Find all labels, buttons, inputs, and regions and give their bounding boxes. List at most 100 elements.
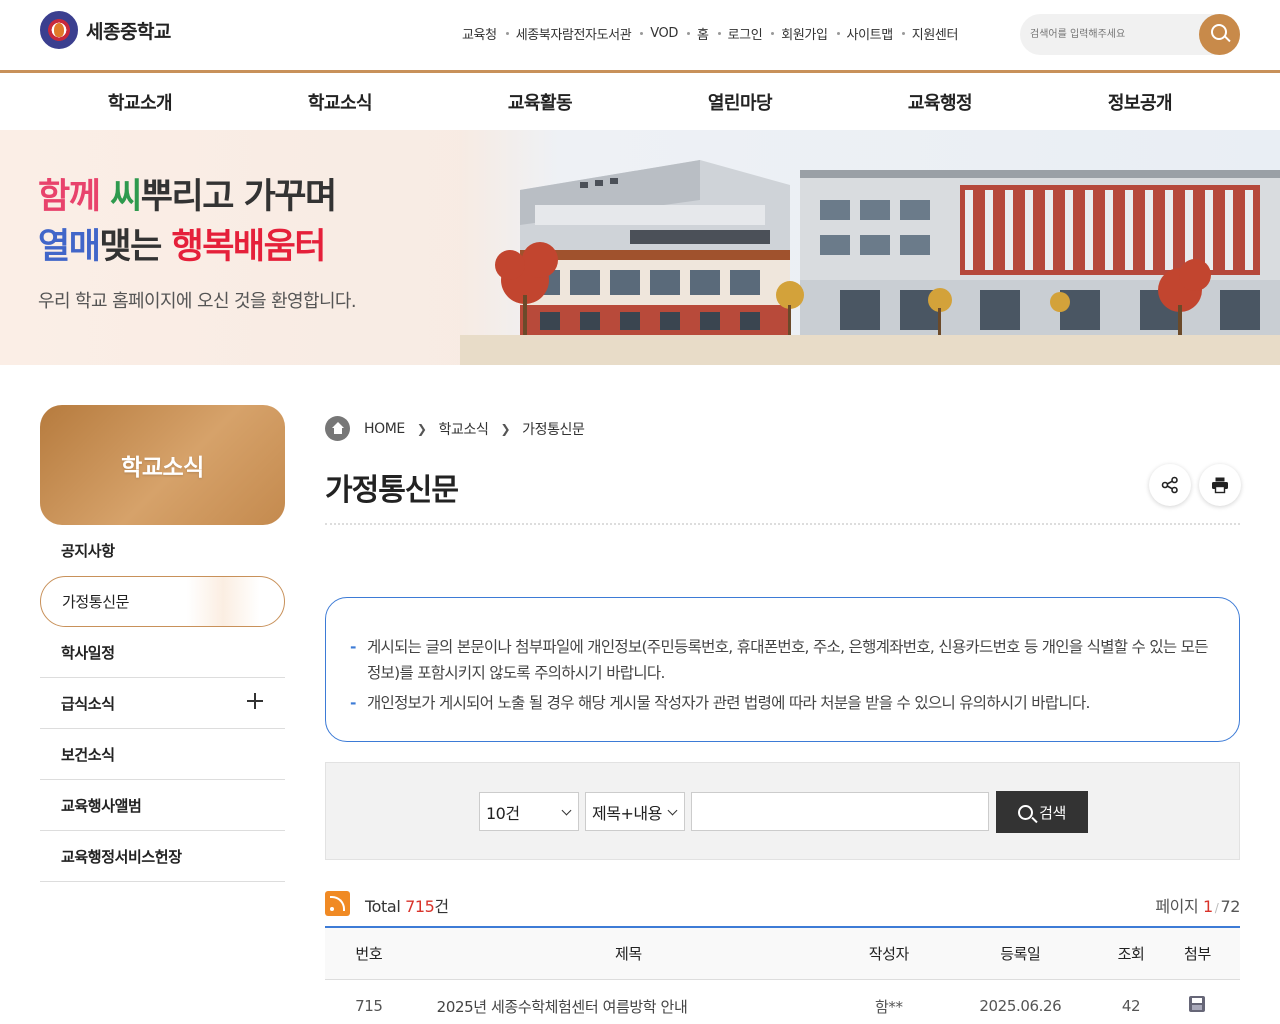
sidebar-item-meals[interactable]: 급식소식 bbox=[40, 678, 285, 729]
nav-item-disclosure[interactable]: 정보공개 bbox=[1040, 73, 1240, 130]
nav-item-community[interactable]: 열린마당 bbox=[640, 73, 840, 130]
separator-dot bbox=[901, 32, 905, 35]
total-count: Total 715건 bbox=[365, 893, 449, 917]
school-emblem-icon bbox=[40, 11, 78, 49]
page-label: 페이지 bbox=[1155, 897, 1203, 916]
file-icon[interactable] bbox=[1189, 996, 1206, 1013]
sidebar-menu: 공지사항 가정통신문 학사일정 급식소식 보건소식 교육행사앨범 교육행정서비스… bbox=[40, 525, 285, 882]
header-search-input[interactable] bbox=[1030, 24, 1190, 44]
banner-slogan-line2: 열매맺는 행복배움터 bbox=[38, 218, 327, 269]
chevron-down-icon bbox=[561, 805, 572, 816]
total-unit: 건 bbox=[434, 897, 449, 916]
cell-author: 함** bbox=[875, 997, 903, 1016]
cell-attachment[interactable] bbox=[1155, 979, 1240, 1024]
total-pages: 72 bbox=[1220, 897, 1240, 916]
total-label: Total bbox=[365, 897, 406, 916]
sidebar-title: 학교소식 bbox=[40, 405, 285, 525]
share-icon bbox=[1161, 476, 1178, 494]
slogan-word: 맺는 bbox=[99, 227, 172, 267]
sidebar-item-calendar[interactable]: 학사일정 bbox=[40, 627, 285, 678]
column-header-number: 번호 bbox=[325, 927, 413, 980]
cell-title-link[interactable]: 2025년 세종수학체험센터 여름방학 안내 bbox=[413, 979, 844, 1024]
nav-item-news[interactable]: 학교소식 bbox=[240, 73, 440, 130]
nav-item-about[interactable]: 학교소개 bbox=[40, 73, 240, 130]
util-link-sitemap[interactable]: 사이트맵 bbox=[847, 24, 894, 43]
search-field-select[interactable]: 제목+내용 bbox=[585, 792, 685, 831]
util-link-support[interactable]: 지원센터 bbox=[912, 24, 959, 43]
home-icon[interactable] bbox=[325, 416, 350, 441]
notice-text: 게시되는 글의 본문이나 첨부파일에 개인정보(주민등록번호, 휴대폰번호, 주… bbox=[350, 634, 1215, 686]
print-button[interactable] bbox=[1199, 464, 1241, 506]
header-search-button[interactable] bbox=[1199, 14, 1240, 55]
slogan-word: 열매 bbox=[38, 227, 101, 267]
header-search bbox=[1020, 14, 1240, 55]
cell-number: 715 bbox=[355, 997, 383, 1016]
page-separator: / bbox=[1214, 901, 1219, 915]
chevron-right-icon: ❯ bbox=[500, 421, 511, 436]
main-nav: 학교소개 학교소식 교육활동 열린마당 교육행정 정보공개 bbox=[0, 70, 1280, 130]
sidebar-item-label: 급식소식 bbox=[61, 694, 115, 713]
util-link-home[interactable]: 홈 bbox=[697, 24, 709, 43]
breadcrumb-section[interactable]: 학교소식 bbox=[439, 419, 489, 439]
breadcrumb: HOME ❯ 학교소식 ❯ 가정통신문 bbox=[325, 416, 585, 441]
nav-item-administration[interactable]: 교육행정 bbox=[840, 73, 1040, 130]
notice-text: 개인정보가 게시되어 노출 될 경우 해당 게시물 작성자가 관련 법령에 따라… bbox=[350, 690, 1215, 716]
slogan-word: 함께 bbox=[38, 177, 111, 217]
page-title: 가정통신문 bbox=[325, 473, 459, 508]
current-page: 1 bbox=[1203, 897, 1213, 916]
banner-slogan-line1: 함께 씨뿌리고 가꾸며 bbox=[38, 168, 337, 219]
separator-dot bbox=[505, 32, 509, 35]
table-header-row: 번호 제목 작성자 등록일 조회 첨부 bbox=[325, 927, 1240, 980]
page-indicator: 페이지 1/72 bbox=[1155, 893, 1240, 917]
school-building-image bbox=[460, 130, 1280, 365]
slogan-word: 행복배움터 bbox=[171, 227, 327, 267]
cell-views: 42 bbox=[1121, 997, 1141, 1016]
slogan-word: 씨 bbox=[110, 177, 142, 217]
chevron-right-icon: ❯ bbox=[416, 421, 427, 436]
column-header-views: 조회 bbox=[1107, 927, 1155, 980]
hero-banner: 함께 씨뿌리고 가꾸며 열매맺는 행복배움터 우리 학교 홈페이지에 오신 것을… bbox=[0, 130, 1280, 365]
title-divider bbox=[325, 523, 1240, 525]
column-header-date: 등록일 bbox=[933, 927, 1108, 980]
column-header-attachment: 첨부 bbox=[1154, 927, 1240, 980]
sidebar-item-charter[interactable]: 교육행정서비스헌장 bbox=[40, 831, 285, 882]
sidebar-item-health[interactable]: 보건소식 bbox=[40, 729, 285, 780]
sidebar-item-notices[interactable]: 공지사항 bbox=[40, 525, 285, 576]
plus-icon[interactable] bbox=[247, 693, 263, 709]
breadcrumb-current: 가정통신문 bbox=[522, 421, 585, 438]
board-table: 번호 제목 작성자 등록일 조회 첨부 715 2025년 세종수학체험센터 여… bbox=[325, 926, 1240, 1024]
separator-dot bbox=[836, 32, 840, 35]
privacy-notice-box: 게시되는 글의 본문이나 첨부파일에 개인정보(주민등록번호, 휴대폰번호, 주… bbox=[325, 597, 1240, 742]
page-size-value: 10건 bbox=[486, 803, 520, 823]
separator-dot bbox=[640, 32, 644, 35]
site-header: 세종중학교 교육청 세종북자람전자도서관 VOD 홈 로그인 회원가입 사이트맵… bbox=[0, 0, 1280, 70]
banner-subtitle: 우리 학교 홈페이지에 오신 것을 환영합니다. bbox=[38, 291, 357, 312]
utility-nav: 교육청 세종북자람전자도서관 VOD 홈 로그인 회원가입 사이트맵 지원센터 bbox=[462, 24, 958, 43]
nav-item-activities[interactable]: 교육활동 bbox=[440, 73, 640, 130]
page-size-select[interactable]: 10건 bbox=[479, 792, 579, 831]
search-field-value: 제목+내용 bbox=[592, 803, 662, 823]
util-link-vod[interactable]: VOD bbox=[650, 26, 678, 41]
keyword-input[interactable] bbox=[691, 792, 989, 831]
util-link-signup[interactable]: 회원가입 bbox=[781, 24, 828, 43]
util-link-login[interactable]: 로그인 bbox=[728, 24, 763, 43]
separator-dot bbox=[771, 32, 775, 35]
rss-icon[interactable] bbox=[325, 891, 350, 916]
breadcrumb-home[interactable]: HOME bbox=[364, 421, 405, 437]
school-name: 세종중학교 bbox=[86, 20, 171, 43]
search-button[interactable]: 검색 bbox=[996, 791, 1088, 833]
school-logo[interactable]: 세종중학교 bbox=[40, 11, 171, 49]
board-search-form: 10건 제목+내용 검색 bbox=[325, 762, 1240, 860]
table-row[interactable]: 715 2025년 세종수학체험센터 여름방학 안내 함** 2025.06.2… bbox=[325, 979, 1240, 1024]
sidebar-item-album[interactable]: 교육행사앨범 bbox=[40, 780, 285, 831]
share-button[interactable] bbox=[1149, 464, 1191, 506]
separator-dot bbox=[717, 32, 721, 35]
column-header-title: 제목 bbox=[412, 927, 845, 980]
util-link-office[interactable]: 교육청 bbox=[462, 24, 497, 43]
slogan-word: 뿌리고 가꾸며 bbox=[140, 177, 337, 217]
sidebar-item-newsletters[interactable]: 가정통신문 bbox=[40, 576, 285, 627]
total-number: 715 bbox=[405, 897, 435, 916]
print-icon bbox=[1212, 477, 1228, 494]
util-link-library[interactable]: 세종북자람전자도서관 bbox=[516, 24, 632, 43]
cell-date: 2025.06.26 bbox=[979, 997, 1062, 1016]
